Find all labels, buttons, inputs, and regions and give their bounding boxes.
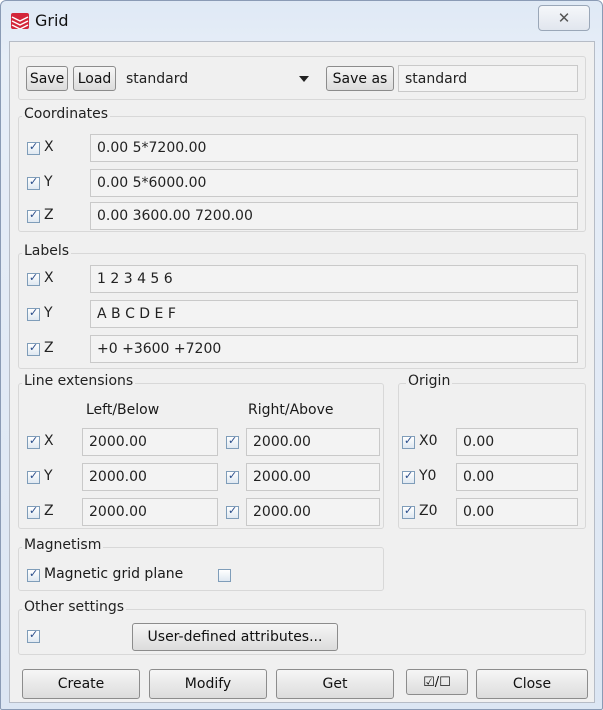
ext-z-left-input[interactable]: 2000.00: [82, 498, 218, 526]
ext-z-right-checkbox[interactable]: [226, 504, 239, 519]
label-z-label: Z: [44, 340, 54, 356]
label-x-checkbox[interactable]: [27, 271, 40, 286]
coord-z-input[interactable]: 0.00 3600.00 7200.00: [90, 202, 578, 230]
window-close-button[interactable]: ✕: [538, 5, 590, 31]
preset-select[interactable]: standard: [120, 66, 320, 91]
preset-select-value: standard: [126, 70, 189, 87]
get-button[interactable]: Get: [276, 669, 394, 699]
save-button[interactable]: Save: [26, 66, 68, 91]
origin-y0-input[interactable]: 0.00: [456, 463, 578, 491]
create-button[interactable]: Create: [22, 669, 140, 699]
grid-dialog: Grid ✕ Save Load standard Save as standa…: [0, 0, 603, 710]
ext-x-checkbox[interactable]: [27, 434, 40, 449]
toggle-checkboxes-button[interactable]: ☑/☐: [406, 669, 468, 695]
load-button[interactable]: Load: [73, 66, 116, 91]
close-button[interactable]: Close: [476, 669, 588, 699]
origin-x0-checkbox[interactable]: [402, 434, 415, 449]
coord-z-label: Z: [44, 207, 54, 223]
origin-title: Origin: [406, 373, 453, 389]
udf-checkbox[interactable]: [27, 628, 40, 643]
user-defined-attributes-button[interactable]: User-defined attributes...: [132, 623, 338, 651]
modify-button[interactable]: Modify: [149, 669, 267, 699]
ext-y-label: Y: [44, 468, 53, 484]
other-settings-title: Other settings: [22, 599, 127, 615]
origin-y0-checkbox[interactable]: [402, 469, 415, 484]
magnetic-plane-checkbox[interactable]: [27, 567, 40, 582]
window-title: Grid: [35, 11, 69, 30]
origin-x0-input[interactable]: 0.00: [456, 428, 578, 456]
title-bar: Grid ✕: [1, 1, 602, 41]
labels-title: Labels: [22, 243, 72, 259]
coord-y-checkbox[interactable]: [27, 175, 40, 190]
label-x-label: X: [44, 270, 54, 286]
magnetic-plane-secondary-checkbox[interactable]: [218, 569, 231, 582]
coord-x-checkbox[interactable]: [27, 140, 40, 155]
origin-z0-checkbox[interactable]: [402, 504, 415, 519]
origin-z0-input[interactable]: 0.00: [456, 498, 578, 526]
line-extensions-title: Line extensions: [22, 373, 136, 389]
coordinates-title: Coordinates: [22, 106, 111, 122]
chevron-down-icon: [299, 76, 309, 82]
dialog-body: Save Load standard Save as standard Coor…: [9, 41, 595, 703]
ext-z-label: Z: [44, 503, 54, 519]
right-above-header: Right/Above: [248, 402, 334, 418]
ext-z-checkbox[interactable]: [27, 504, 40, 519]
ext-y-checkbox[interactable]: [27, 469, 40, 484]
ext-x-left-input[interactable]: 2000.00: [82, 428, 218, 456]
ext-z-right-input[interactable]: 2000.00: [246, 498, 380, 526]
grid-app-icon: [11, 13, 29, 29]
origin-z0-label: Z0: [419, 503, 438, 519]
magnetism-title: Magnetism: [22, 537, 104, 553]
ext-x-right-checkbox[interactable]: [226, 434, 239, 449]
ext-x-label: X: [44, 433, 54, 449]
label-y-checkbox[interactable]: [27, 306, 40, 321]
label-y-label: Y: [44, 305, 53, 321]
coord-x-label: X: [44, 139, 54, 155]
ext-x-right-input[interactable]: 2000.00: [246, 428, 380, 456]
close-icon: ✕: [557, 9, 571, 27]
origin-y0-label: Y0: [419, 468, 437, 484]
label-x-input[interactable]: 1 2 3 4 5 6: [90, 265, 578, 293]
label-z-input[interactable]: +0 +3600 +7200: [90, 335, 578, 363]
label-z-checkbox[interactable]: [27, 341, 40, 356]
ext-y-right-input[interactable]: 2000.00: [246, 463, 380, 491]
ext-y-right-checkbox[interactable]: [226, 469, 239, 484]
ext-y-left-input[interactable]: 2000.00: [82, 463, 218, 491]
coord-x-input[interactable]: 0.00 5*7200.00: [90, 134, 578, 162]
coord-z-checkbox[interactable]: [27, 208, 40, 223]
magnetic-plane-label: Magnetic grid plane: [44, 566, 184, 582]
coord-y-label: Y: [44, 174, 53, 190]
left-below-header: Left/Below: [86, 402, 160, 418]
origin-x0-label: X0: [419, 433, 438, 449]
coord-y-input[interactable]: 0.00 5*6000.00: [90, 169, 578, 197]
save-as-button[interactable]: Save as: [326, 66, 394, 91]
label-y-input[interactable]: A B C D E F: [90, 300, 578, 328]
save-as-name-input[interactable]: standard: [398, 65, 578, 92]
